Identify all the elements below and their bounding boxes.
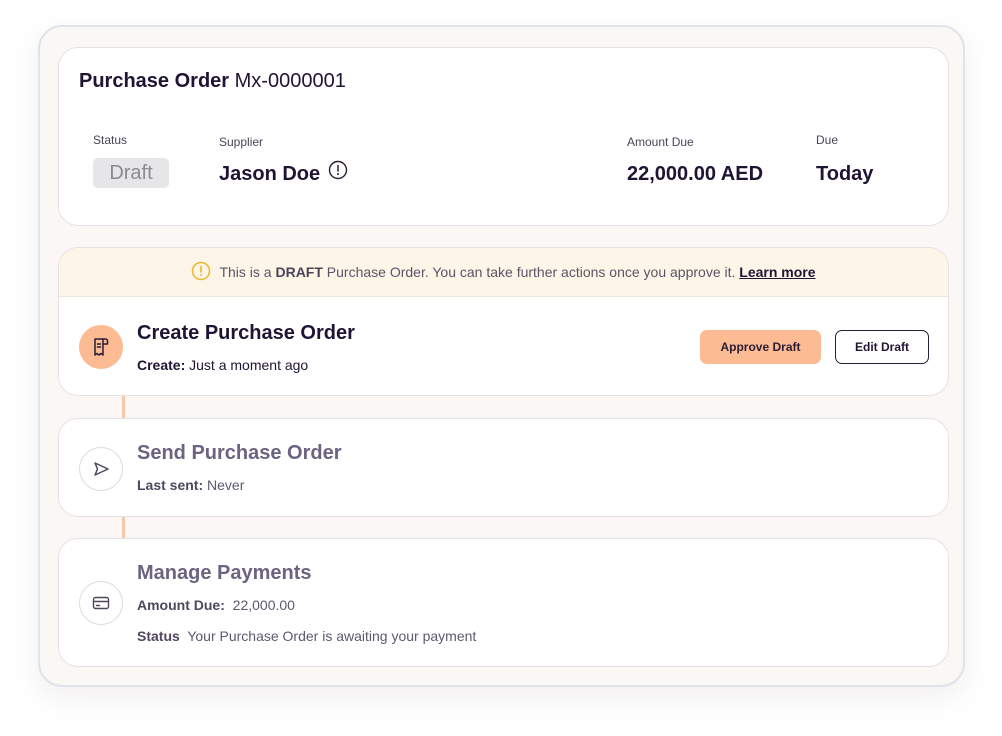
page-title: Purchase Order Mx-0000001 <box>79 70 346 93</box>
info-icon[interactable] <box>328 160 348 180</box>
order-summary-card: Purchase Order Mx-0000001 Status Draft S… <box>58 47 949 226</box>
create-step-card: This is a DRAFT Purchase Order. You can … <box>58 247 949 396</box>
banner-prefix: This is a <box>219 264 276 280</box>
send-step-card: Send Purchase Order Last sent: Never <box>58 418 949 517</box>
step-sub-create: Create: Just a moment ago <box>137 357 308 373</box>
banner-bold: DRAFT <box>275 264 323 280</box>
warning-icon <box>191 261 211 284</box>
step-title-create: Create Purchase Order <box>137 322 355 344</box>
create-sub-value: Just a moment ago <box>185 357 309 373</box>
approve-draft-button[interactable]: Approve Draft <box>700 330 821 364</box>
status-label: Status <box>93 133 128 147</box>
edit-draft-button[interactable]: Edit Draft <box>835 330 929 364</box>
create-sub-label: Create: <box>137 357 186 373</box>
credit-card-icon <box>79 581 123 625</box>
amount-due-label: Amount Due <box>627 135 694 149</box>
payments-status-label: Status <box>137 628 180 644</box>
learn-more-link[interactable]: Learn more <box>739 264 815 280</box>
step-title-send: Send Purchase Order <box>137 442 342 464</box>
send-sub-value: Never <box>203 477 245 493</box>
payments-amount-label: Amount Due: <box>137 597 225 613</box>
banner-text: This is a DRAFT Purchase Order. You can … <box>219 264 815 280</box>
status-badge: Draft <box>93 158 169 188</box>
payments-amount-row: Amount Due: 22,000.00 <box>137 597 295 613</box>
step-title-payments: Manage Payments <box>137 562 312 584</box>
due-value: Today <box>816 163 874 185</box>
step-sub-send: Last sent: Never <box>137 477 244 493</box>
due-label: Due <box>816 133 839 147</box>
step-connector <box>122 517 125 538</box>
payments-status-value: Your Purchase Order is awaiting your pay… <box>179 628 477 644</box>
supplier-name: Jason Doe <box>219 163 321 185</box>
amount-due-value: 22,000.00 AED <box>627 163 764 185</box>
title-label: Purchase Order <box>79 70 230 92</box>
draft-banner: This is a DRAFT Purchase Order. You can … <box>59 248 948 297</box>
banner-suffix: Purchase Order. You can take further act… <box>322 264 740 280</box>
send-sub-label: Last sent: <box>137 477 204 493</box>
receipt-icon <box>79 325 123 369</box>
supplier-label: Supplier <box>219 135 264 149</box>
payments-amount-value: 22,000.00 <box>224 597 295 613</box>
purchase-order-panel: Purchase Order Mx-0000001 Status Draft S… <box>38 25 965 687</box>
po-number: Mx-0000001 <box>234 70 346 92</box>
send-icon <box>79 447 123 491</box>
payments-step-card: Manage Payments Amount Due: 22,000.00 St… <box>58 538 949 667</box>
payments-status-row: Status Your Purchase Order is awaiting y… <box>137 628 476 644</box>
step-connector <box>122 396 125 418</box>
